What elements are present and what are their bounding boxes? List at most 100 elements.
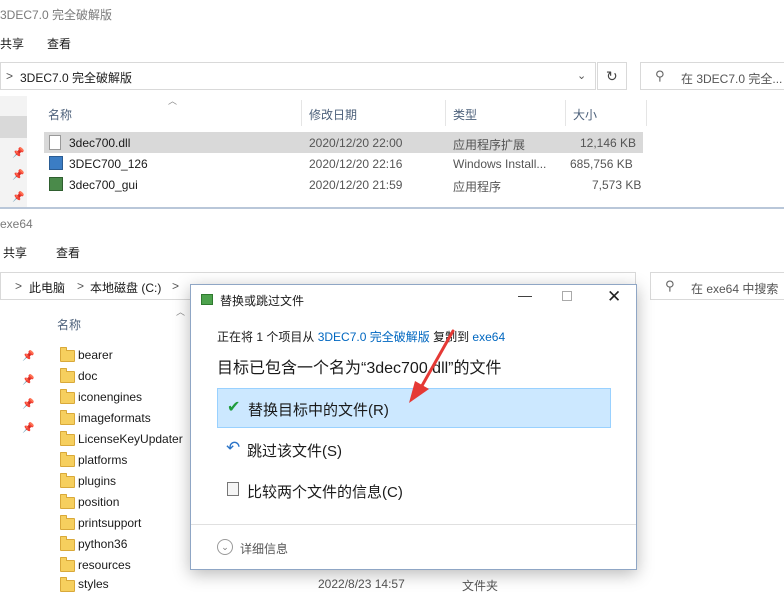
search-placeholder: 在 exe64 中搜索 — [691, 282, 779, 296]
folder-icon — [60, 389, 75, 404]
chevron-down-icon[interactable]: ⌄ — [577, 69, 586, 82]
window-title: 3DEC7.0 完全破解版 — [0, 8, 113, 22]
list-item[interactable]: imageformats — [56, 408, 190, 428]
table-row[interactable]: 3dec700_gui 2020/12/20 21:59 应用程序 7,573 … — [44, 174, 643, 195]
table-row[interactable]: 3DEC700_126 2020/12/20 22:16 Windows Ins… — [44, 153, 643, 174]
folder-icon — [60, 515, 75, 530]
column-header-size[interactable]: 大小 — [573, 106, 597, 123]
folder-icon — [60, 494, 75, 509]
folder-icon — [60, 557, 75, 572]
list-item[interactable]: plugins — [56, 471, 190, 491]
file-size: 685,756 KB — [570, 157, 633, 171]
folder-name: plugins — [78, 474, 117, 488]
compare-icon — [227, 482, 239, 496]
ribbon-tab-share[interactable]: 共享 — [0, 35, 24, 52]
address-bar[interactable]: > 3DEC7.0 完全破解版 ⌄ — [0, 62, 596, 90]
application-icon — [49, 177, 63, 191]
refresh-button[interactable]: ↻ — [597, 62, 627, 90]
chevron-down-circle-icon: ⌄ — [217, 539, 233, 555]
list-item[interactable]: doc — [56, 366, 190, 386]
ribbon-tab-share[interactable]: 共享 — [3, 244, 27, 261]
column-header-date[interactable]: 修改日期 — [309, 106, 357, 123]
list-item[interactable]: platforms — [56, 450, 190, 470]
chevron-right-icon: > — [15, 279, 23, 293]
column-divider — [565, 100, 566, 126]
list-item[interactable]: LicenseKeyUpdater — [56, 429, 190, 449]
file-name: 3DEC700_126 — [69, 157, 148, 171]
folder-name: bearer — [78, 348, 113, 362]
sort-up-icon: ︿ — [168, 96, 178, 106]
file-name: 3dec700.dll — [69, 136, 131, 150]
list-item[interactable]: bearer — [56, 345, 190, 365]
option-label: 替换目标中的文件(R) — [248, 402, 389, 419]
checkmark-icon: ✔ — [227, 399, 241, 416]
window-title: exe64 — [0, 217, 33, 231]
pin-icon: 📌 — [12, 170, 25, 181]
pin-icon: 📌 — [22, 375, 35, 386]
list-item[interactable]: printsupport — [56, 513, 190, 533]
top-explorer-window: 3DEC7.0 完全破解版 共享 查看 > 3DEC7.0 完全破解版 ⌄ ↻ … — [0, 0, 784, 207]
column-divider — [646, 100, 647, 126]
minimize-button[interactable]: — — [518, 287, 532, 303]
folder-name: imageformats — [78, 411, 151, 425]
copy-info-prefix: 正在将 1 个项目从 — [217, 330, 315, 344]
folder-name: python36 — [78, 537, 128, 551]
folder-icon — [60, 536, 75, 551]
folder-name: styles — [78, 577, 109, 591]
folder-icon — [60, 368, 75, 383]
maximize-button[interactable] — [562, 291, 572, 301]
column-header-name[interactable]: 名称 — [48, 106, 72, 123]
ribbon-tab-view[interactable]: 查看 — [56, 244, 80, 261]
compare-files-option[interactable]: 比较两个文件的信息(C) — [217, 471, 611, 511]
close-icon[interactable]: ✕ — [607, 287, 621, 307]
folder-name: resources — [78, 558, 131, 572]
ribbon-tab-view[interactable]: 查看 — [47, 35, 71, 52]
refresh-icon: ↻ — [606, 68, 618, 84]
file-date: 2020/12/20 21:59 — [309, 178, 403, 192]
search-box[interactable]: ⚲ 在 3DEC7.0 完全... — [640, 62, 784, 90]
pin-icon: 📌 — [12, 192, 25, 203]
file-date: 2020/12/20 22:16 — [309, 157, 403, 171]
destination-folder-link[interactable]: exe64 — [472, 330, 505, 344]
list-item[interactable]: position — [56, 492, 190, 512]
file-type: 文件夹 — [462, 579, 499, 593]
details-label: 详细信息 — [240, 542, 289, 556]
folder-icon — [60, 577, 75, 592]
copy-files-icon — [201, 294, 213, 305]
column-header-type[interactable]: 类型 — [453, 106, 477, 123]
breadcrumb-local-disk[interactable]: 本地磁盘 (C:) — [90, 279, 161, 296]
breadcrumb-this-pc[interactable]: 此电脑 — [29, 279, 65, 296]
installer-icon — [49, 156, 63, 170]
folder-icon — [60, 410, 75, 425]
folder-name: doc — [78, 369, 98, 383]
search-box[interactable]: ⚲ 在 exe64 中搜索 — [650, 272, 784, 300]
list-item[interactable]: iconengines — [56, 387, 190, 407]
chevron-right-icon: > — [77, 279, 85, 293]
column-divider — [445, 100, 446, 126]
folder-name: iconengines — [78, 390, 143, 404]
nav-pane: 📌 📌 📌 — [0, 96, 27, 207]
option-label: 跳过该文件(S) — [247, 443, 342, 460]
folder-icon — [60, 431, 75, 446]
file-size: 12,146 KB — [580, 136, 637, 150]
pin-icon: 📌 — [22, 423, 35, 434]
skip-file-option[interactable]: ↶ 跳过该文件(S) — [217, 430, 611, 470]
search-placeholder: 在 3DEC7.0 完全... — [681, 72, 783, 86]
list-item[interactable]: python36 — [56, 534, 190, 554]
nav-selected-item[interactable] — [0, 116, 27, 138]
pin-icon: 📌 — [22, 399, 35, 410]
folder-name: LicenseKeyUpdater — [78, 432, 183, 446]
pin-icon: 📌 — [12, 148, 25, 159]
file-date: 2020/12/20 22:00 — [309, 136, 403, 150]
list-item[interactable]: resources — [56, 555, 190, 575]
file-type: Windows Install... — [453, 157, 547, 171]
dialog-title: 替换或跳过文件 — [220, 294, 305, 308]
chevron-right-icon: > — [172, 279, 180, 293]
file-type: 应用程序 — [453, 180, 502, 194]
address-path: 3DEC7.0 完全破解版 — [20, 71, 133, 85]
nav-pane: 📌 📌 📌 📌 — [0, 305, 34, 592]
file-size: 7,573 KB — [592, 178, 642, 192]
column-header-name[interactable]: 名称 — [57, 316, 81, 333]
table-row[interactable]: 3dec700.dll 2020/12/20 22:00 应用程序扩展 12,1… — [44, 132, 643, 153]
pin-icon: 📌 — [22, 351, 35, 362]
